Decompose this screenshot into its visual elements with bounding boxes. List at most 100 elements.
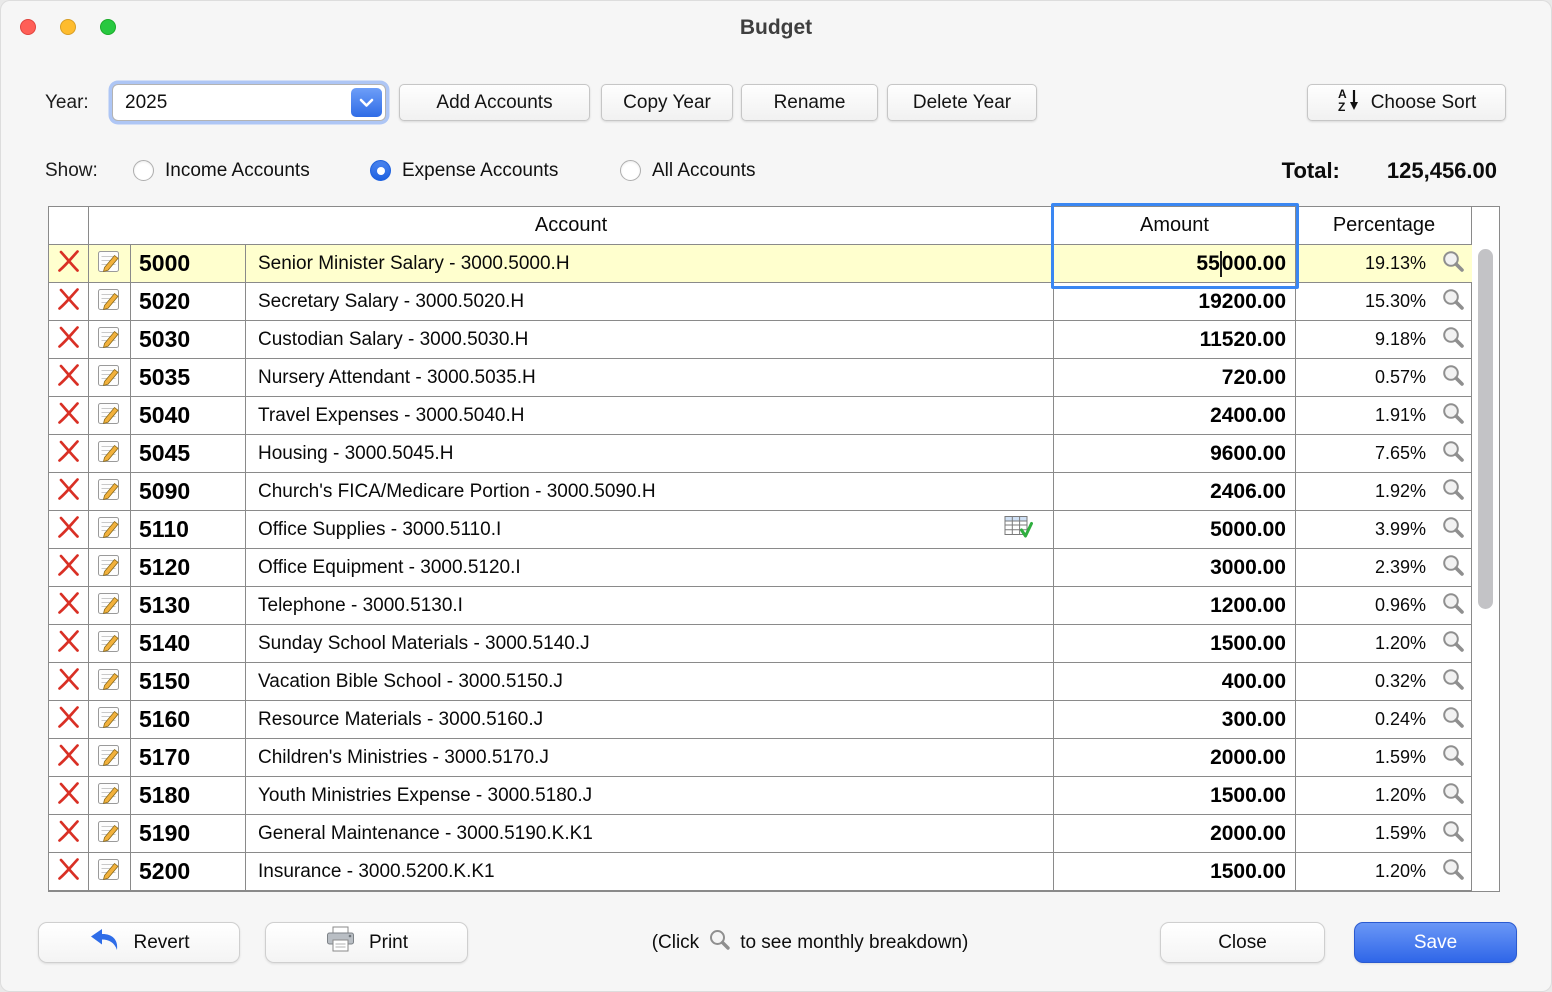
magnifier-icon[interactable] xyxy=(1441,781,1465,810)
account-name-cell[interactable]: Custodian Salary - 3000.5030.H xyxy=(246,321,1054,358)
account-name-cell[interactable]: Office Equipment - 3000.5120.I xyxy=(246,549,1054,586)
magnifier-icon[interactable] xyxy=(1441,819,1465,848)
magnifier-icon[interactable] xyxy=(1441,401,1465,430)
magnifier-icon[interactable] xyxy=(1441,515,1465,544)
edit-account-cell[interactable] xyxy=(89,701,131,738)
account-name-cell[interactable]: Resource Materials - 3000.5160.J xyxy=(246,701,1054,738)
account-name-cell[interactable]: Office Supplies - 3000.5110.I xyxy=(246,511,1054,548)
close-window-button[interactable] xyxy=(20,19,36,35)
delete-account-cell[interactable] xyxy=(49,853,89,890)
radio-expense-accounts[interactable]: Expense Accounts xyxy=(370,152,558,189)
delete-account-cell[interactable] xyxy=(49,245,89,282)
delete-account-cell[interactable] xyxy=(49,777,89,814)
scrollbar-thumb[interactable] xyxy=(1478,249,1493,609)
edit-account-cell[interactable] xyxy=(89,473,131,510)
account-name-cell[interactable]: Nursery Attendant - 3000.5035.H xyxy=(246,359,1054,396)
edit-account-cell[interactable] xyxy=(89,283,131,320)
delete-account-cell[interactable] xyxy=(49,815,89,852)
print-button[interactable]: Print xyxy=(265,922,468,963)
amount-cell[interactable]: 1500.00 xyxy=(1054,853,1296,890)
amount-cell[interactable]: 3000.00 xyxy=(1054,549,1296,586)
magnifier-icon[interactable] xyxy=(1441,363,1465,392)
delete-account-cell[interactable] xyxy=(49,321,89,358)
save-button[interactable]: Save xyxy=(1354,922,1517,963)
delete-account-cell[interactable] xyxy=(49,739,89,776)
edit-account-cell[interactable] xyxy=(89,625,131,662)
edit-account-cell[interactable] xyxy=(89,549,131,586)
copy-year-button[interactable]: Copy Year xyxy=(601,84,733,121)
magnifier-icon[interactable] xyxy=(1441,857,1465,886)
rename-button[interactable]: Rename xyxy=(741,84,878,121)
amount-cell[interactable]: 1500.00 xyxy=(1054,625,1296,662)
magnifier-icon[interactable] xyxy=(1441,287,1465,316)
header-percentage[interactable]: Percentage xyxy=(1296,207,1472,244)
edit-account-cell[interactable] xyxy=(89,359,131,396)
magnifier-icon[interactable] xyxy=(1441,743,1465,772)
magnifier-icon[interactable] xyxy=(1441,439,1465,468)
account-name-cell[interactable]: Youth Ministries Expense - 3000.5180.J xyxy=(246,777,1054,814)
revert-button[interactable]: Revert xyxy=(38,922,240,963)
amount-cell[interactable]: 55000.00 xyxy=(1054,245,1296,282)
magnifier-icon[interactable] xyxy=(1441,667,1465,696)
edit-account-cell[interactable] xyxy=(89,587,131,624)
account-name-cell[interactable]: General Maintenance - 3000.5190.K.K1 xyxy=(246,815,1054,852)
amount-cell[interactable]: 2000.00 xyxy=(1054,739,1296,776)
amount-cell[interactable]: 2000.00 xyxy=(1054,815,1296,852)
edit-account-cell[interactable] xyxy=(89,397,131,434)
delete-account-cell[interactable] xyxy=(49,473,89,510)
magnifier-icon[interactable] xyxy=(1441,705,1465,734)
magnifier-icon[interactable] xyxy=(1441,249,1465,278)
magnifier-icon[interactable] xyxy=(1441,591,1465,620)
account-name-cell[interactable]: Children's Ministries - 3000.5170.J xyxy=(246,739,1054,776)
edit-account-cell[interactable] xyxy=(89,321,131,358)
amount-cell[interactable]: 2406.00 xyxy=(1054,473,1296,510)
magnifier-icon[interactable] xyxy=(1441,553,1465,582)
year-select[interactable]: 2025 xyxy=(112,84,386,121)
scrollbar-track[interactable] xyxy=(1473,207,1499,891)
amount-cell[interactable]: 2400.00 xyxy=(1054,397,1296,434)
radio-income-accounts[interactable]: Income Accounts xyxy=(133,152,310,189)
edit-account-cell[interactable] xyxy=(89,777,131,814)
edit-account-cell[interactable] xyxy=(89,511,131,548)
amount-cell[interactable]: 9600.00 xyxy=(1054,435,1296,472)
delete-account-cell[interactable] xyxy=(49,511,89,548)
amount-cell[interactable]: 19200.00 xyxy=(1054,283,1296,320)
add-accounts-button[interactable]: Add Accounts xyxy=(399,84,590,121)
delete-account-cell[interactable] xyxy=(49,701,89,738)
amount-cell[interactable]: 11520.00 xyxy=(1054,321,1296,358)
magnifier-icon[interactable] xyxy=(1441,325,1465,354)
account-name-cell[interactable]: Vacation Bible School - 3000.5150.J xyxy=(246,663,1054,700)
radio-all-accounts[interactable]: All Accounts xyxy=(620,152,756,189)
magnifier-icon[interactable] xyxy=(1441,629,1465,658)
delete-account-cell[interactable] xyxy=(49,359,89,396)
amount-cell[interactable]: 300.00 xyxy=(1054,701,1296,738)
account-name-cell[interactable]: Sunday School Materials - 3000.5140.J xyxy=(246,625,1054,662)
account-name-cell[interactable]: Church's FICA/Medicare Portion - 3000.50… xyxy=(246,473,1054,510)
amount-cell[interactable]: 720.00 xyxy=(1054,359,1296,396)
edit-account-cell[interactable] xyxy=(89,853,131,890)
delete-account-cell[interactable] xyxy=(49,435,89,472)
amount-cell[interactable]: 400.00 xyxy=(1054,663,1296,700)
edit-account-cell[interactable] xyxy=(89,435,131,472)
edit-account-cell[interactable] xyxy=(89,663,131,700)
header-amount[interactable]: Amount xyxy=(1054,207,1296,244)
edit-account-cell[interactable] xyxy=(89,815,131,852)
delete-account-cell[interactable] xyxy=(49,587,89,624)
account-name-cell[interactable]: Travel Expenses - 3000.5040.H xyxy=(246,397,1054,434)
amount-cell[interactable]: 1200.00 xyxy=(1054,587,1296,624)
choose-sort-button[interactable]: A Z Choose Sort xyxy=(1307,84,1506,121)
edit-account-cell[interactable] xyxy=(89,739,131,776)
header-account[interactable]: Account xyxy=(89,207,1054,244)
magnifier-icon[interactable] xyxy=(1441,477,1465,506)
zoom-window-button[interactable] xyxy=(100,19,116,35)
close-button[interactable]: Close xyxy=(1160,922,1325,963)
delete-account-cell[interactable] xyxy=(49,625,89,662)
minimize-window-button[interactable] xyxy=(60,19,76,35)
amount-cell[interactable]: 5000.00 xyxy=(1054,511,1296,548)
account-name-cell[interactable]: Telephone - 3000.5130.I xyxy=(246,587,1054,624)
delete-account-cell[interactable] xyxy=(49,397,89,434)
delete-account-cell[interactable] xyxy=(49,283,89,320)
account-name-cell[interactable]: Secretary Salary - 3000.5020.H xyxy=(246,283,1054,320)
edit-account-cell[interactable] xyxy=(89,245,131,282)
account-name-cell[interactable]: Senior Minister Salary - 3000.5000.H xyxy=(246,245,1054,282)
